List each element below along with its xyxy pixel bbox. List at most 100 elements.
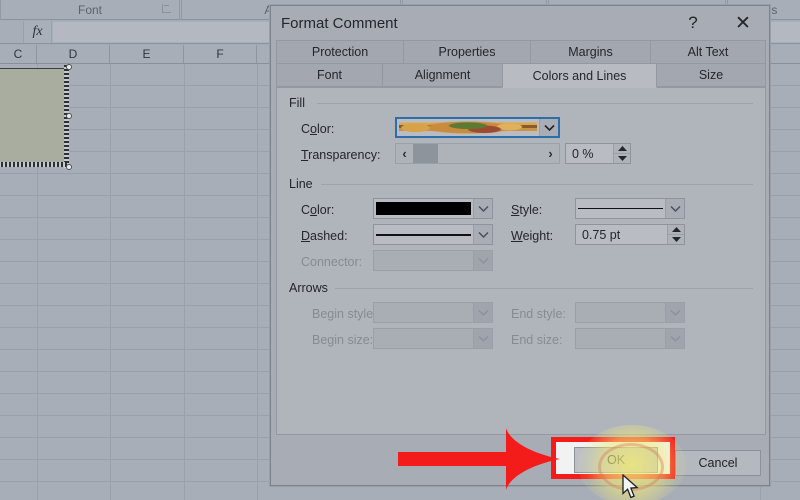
ok-button-label: OK <box>606 453 626 467</box>
line-weight-spin-buttons[interactable] <box>667 225 684 244</box>
font-dialog-launcher-icon[interactable] <box>162 4 171 13</box>
end-style-preview <box>578 305 663 320</box>
ok-button-highlighted[interactable]: OK <box>574 447 658 473</box>
line-weight-spinner[interactable]: 0.75 pt <box>575 224 685 245</box>
slider-right-arrow-icon[interactable]: › <box>542 144 559 163</box>
tab-protection[interactable]: Protection <box>276 40 404 64</box>
tab-font[interactable]: Font <box>276 63 383 87</box>
line-color-preview <box>376 201 471 216</box>
resize-handle-bottom-right[interactable] <box>66 164 72 170</box>
column-header-f[interactable]: F <box>184 45 257 63</box>
screenshot-root: Font Alignment Number Styles Cells fx <box>0 0 800 500</box>
spinner-down-icon[interactable] <box>614 154 630 163</box>
chevron-down-icon <box>473 303 492 322</box>
transparency-spin-buttons[interactable] <box>613 144 630 163</box>
tab-alignment[interactable]: Alignment <box>382 63 503 87</box>
help-icon[interactable]: ? <box>673 9 713 37</box>
chevron-down-icon[interactable] <box>665 199 684 218</box>
column-header-label: D <box>68 47 78 61</box>
begin-size-label: Begin size: <box>312 333 373 347</box>
transparency-label: Transparency: <box>301 148 380 162</box>
comment-shape[interactable] <box>0 64 72 170</box>
resize-handle-middle-right[interactable] <box>66 113 72 119</box>
begin-style-preview <box>376 305 471 320</box>
fill-group-divider <box>317 103 753 104</box>
comment-selection-border-bottom <box>0 162 67 167</box>
spinner-up-icon[interactable] <box>668 225 684 235</box>
slider-left-arrow-icon[interactable]: ‹ <box>396 144 413 163</box>
spinner-up-icon[interactable] <box>614 144 630 154</box>
transparency-slider[interactable]: ‹ › <box>395 143 560 164</box>
tab-size[interactable]: Size <box>656 63 766 87</box>
tab-label: Alt Text <box>687 45 729 59</box>
arrows-group-label: Arrows <box>289 281 333 295</box>
transparency-spinner[interactable]: 0 % <box>565 143 631 164</box>
fill-color-combo[interactable] <box>395 117 560 138</box>
line-color-combo[interactable] <box>373 198 493 219</box>
chevron-down-icon[interactable] <box>539 119 558 136</box>
tab-label: Size <box>698 68 724 82</box>
tab-label: Protection <box>311 45 369 59</box>
slider-thumb[interactable] <box>413 144 438 163</box>
column-header-c[interactable]: C <box>0 45 37 63</box>
line-group-label: Line <box>289 177 318 191</box>
thin-line-preview <box>578 202 663 215</box>
name-box[interactable] <box>0 21 24 43</box>
chevron-down-icon[interactable] <box>473 225 492 244</box>
column-header-label: C <box>13 47 23 61</box>
tab-margins[interactable]: Margins <box>530 40 651 64</box>
chevron-down-icon[interactable] <box>473 199 492 218</box>
ribbon-group-font[interactable]: Font <box>0 0 180 20</box>
line-style-preview <box>578 201 663 216</box>
tab-colors-and-lines[interactable]: Colors and Lines <box>502 63 657 88</box>
black-swatch <box>376 202 471 215</box>
line-weight-label-text: Weight: <box>511 229 554 243</box>
begin-style-combo <box>373 302 493 323</box>
line-connector-preview <box>376 253 471 268</box>
tab-label: Alignment <box>414 68 471 82</box>
end-size-combo <box>575 328 685 349</box>
cancel-button[interactable]: Cancel <box>675 450 761 476</box>
format-comment-dialog: Format Comment ? ✕ Protection Properties… <box>270 5 770 486</box>
end-size-label: End size: <box>511 333 562 347</box>
line-color-label: Color: <box>301 203 334 217</box>
line-style-label-text: Style: <box>511 203 543 217</box>
column-header-d[interactable]: D <box>37 45 110 63</box>
tab-label: Margins <box>568 45 613 59</box>
fill-group-label: Fill <box>289 96 310 110</box>
fx-icon[interactable]: fx <box>24 21 52 43</box>
column-header-e[interactable]: E <box>110 45 184 63</box>
line-style-combo[interactable] <box>575 198 685 219</box>
line-dashed-label-text: Dashed: <box>301 229 348 243</box>
begin-style-label: Begin style: <box>312 307 377 321</box>
end-style-label-text: End style: <box>511 307 566 321</box>
begin-size-preview <box>376 331 471 346</box>
fill-color-label-text: Color: <box>301 122 335 136</box>
tab-alt-text[interactable]: Alt Text <box>650 40 766 64</box>
slider-track[interactable] <box>413 144 542 163</box>
spinner-down-icon[interactable] <box>668 235 684 244</box>
dialog-titlebar[interactable]: Format Comment ? ✕ <box>271 6 769 40</box>
fill-color-label: Color: <box>301 122 334 136</box>
resize-handle-top-right[interactable] <box>66 64 72 70</box>
tab-properties[interactable]: Properties <box>403 40 531 64</box>
line-connector-combo <box>373 250 493 271</box>
fill-color-preview <box>399 121 537 134</box>
column-header-label: F <box>216 47 224 61</box>
cancel-button-label: Cancel <box>698 456 738 470</box>
begin-size-label-text: Begin size: <box>312 333 374 347</box>
close-icon[interactable]: ✕ <box>723 9 763 37</box>
transparency-value[interactable]: 0 % <box>566 144 613 163</box>
colors-and-lines-panel: Fill Color: Transparency: ‹ › 0 % Line C… <box>276 87 766 435</box>
transparency-label-text: Transparency: <box>301 148 381 162</box>
end-size-preview <box>578 331 663 346</box>
line-group-divider <box>321 184 753 185</box>
line-weight-label: Weight: <box>511 229 553 243</box>
line-weight-value[interactable]: 0.75 pt <box>576 225 667 244</box>
line-dashed-label: Dashed: <box>301 229 348 243</box>
line-dashed-combo[interactable] <box>373 224 493 245</box>
chevron-down-icon <box>473 251 492 270</box>
begin-style-label-text: Begin style: <box>312 307 377 321</box>
ribbon-group-label: Font <box>77 3 102 17</box>
end-size-label-text: End size: <box>511 333 563 347</box>
